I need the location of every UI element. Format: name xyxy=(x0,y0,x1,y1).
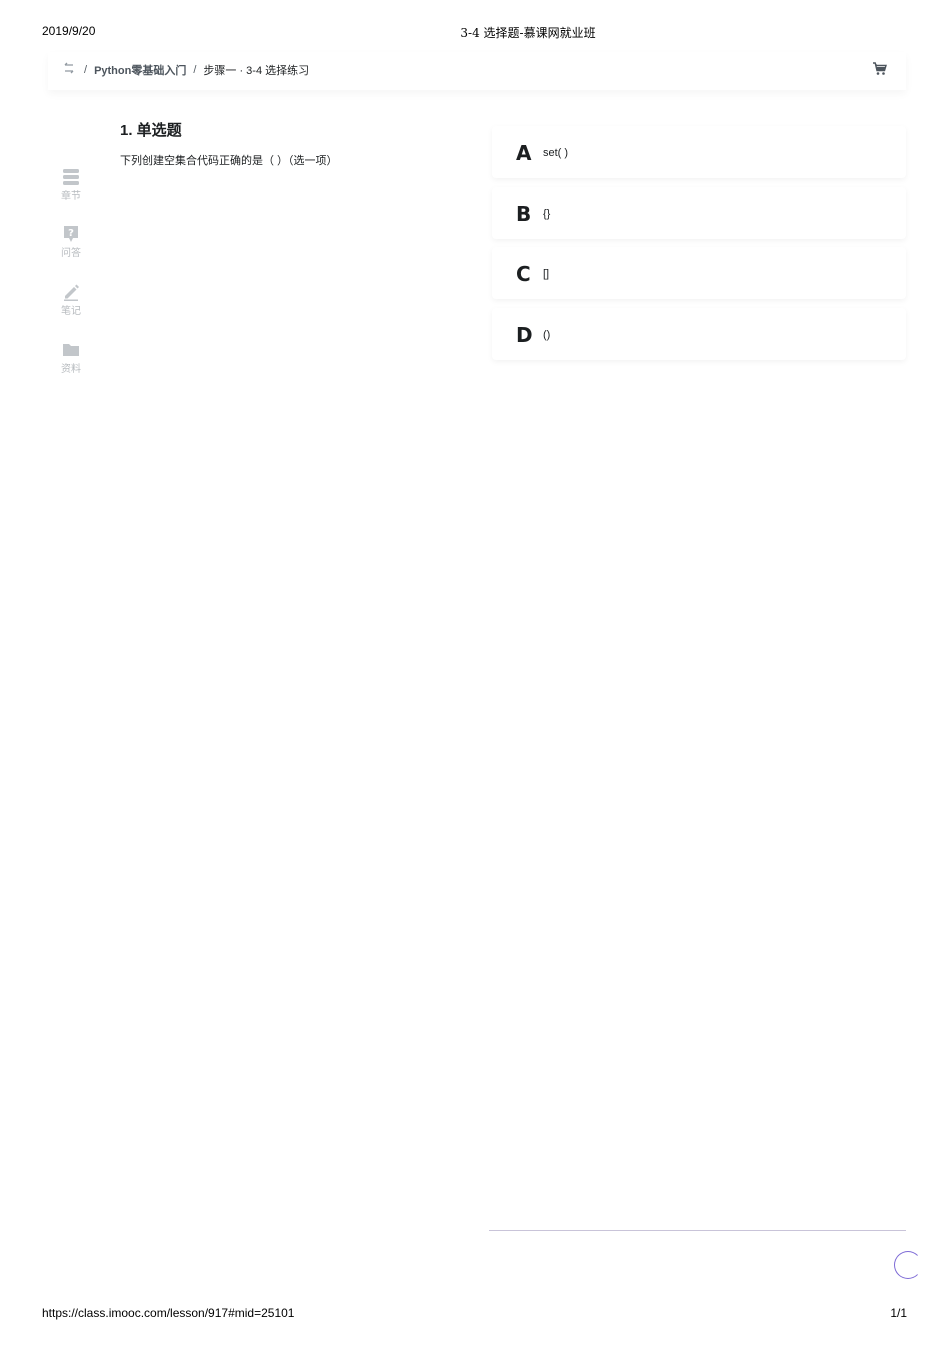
breadcrumb-separator: / xyxy=(84,64,88,76)
left-sidebar: 章节 ? 问答 笔记 资料 xyxy=(48,90,94,390)
sidebar-item-label: 问答 xyxy=(61,248,81,259)
option-b[interactable]: B {} xyxy=(492,186,906,239)
option-a[interactable]: A set( ) xyxy=(492,126,906,178)
option-c[interactable]: C [] xyxy=(492,247,906,300)
option-letter: C xyxy=(516,262,531,287)
breadcrumb: / Python零基础入门 / 步骤一 · 3-4 选择练习 xyxy=(84,62,309,78)
option-d[interactable]: D () xyxy=(492,308,906,361)
svg-text:?: ? xyxy=(68,228,74,239)
option-letter: B xyxy=(516,201,532,226)
option-text: {} xyxy=(543,207,551,220)
print-page-number: 1/1 xyxy=(890,1306,907,1320)
print-url: https://class.imooc.com/lesson/917#mid=2… xyxy=(42,1306,295,1320)
sidebar-item-label: 资料 xyxy=(61,364,81,375)
option-letter: D xyxy=(516,323,533,348)
sidebar-item-materials[interactable]: 资料 xyxy=(48,341,94,375)
answer-options: A set( ) B {} C [] D () xyxy=(492,126,906,369)
cart-icon[interactable] xyxy=(872,61,888,77)
sidebar-item-label: 章节 xyxy=(61,191,81,202)
sidebar-item-qa[interactable]: ? 问答 xyxy=(48,225,94,259)
option-text: set( ) xyxy=(543,147,569,159)
folder-icon xyxy=(48,341,94,359)
top-navigation-bar: / Python零基础入门 / 步骤一 · 3-4 选择练习 xyxy=(48,52,906,90)
option-letter: A xyxy=(516,141,532,165)
option-text: [] xyxy=(543,268,550,281)
breadcrumb-separator: / xyxy=(193,64,197,76)
breadcrumb-course-link[interactable]: Python零基础入门 xyxy=(94,62,186,78)
option-text: () xyxy=(543,329,551,342)
question-text: 下列创建空集合代码正确的是（ ）（选一项） xyxy=(120,155,338,167)
chapters-icon xyxy=(48,168,94,186)
question-title: 1. 单选题 xyxy=(120,122,182,139)
sidebar-item-label: 笔记 xyxy=(61,306,81,317)
floating-action-button[interactable] xyxy=(894,1251,922,1279)
qa-icon: ? xyxy=(48,225,94,243)
switch-arrows-icon[interactable] xyxy=(62,61,76,75)
sidebar-item-chapters[interactable]: 章节 xyxy=(48,168,94,202)
notes-icon xyxy=(48,283,94,301)
print-page-title: 3-4 选择题-慕课网就业班 xyxy=(460,26,596,40)
divider xyxy=(489,1230,906,1231)
sidebar-item-notes[interactable]: 笔记 xyxy=(48,283,94,317)
breadcrumb-lesson: 步骤一 · 3-4 选择练习 xyxy=(203,65,310,77)
